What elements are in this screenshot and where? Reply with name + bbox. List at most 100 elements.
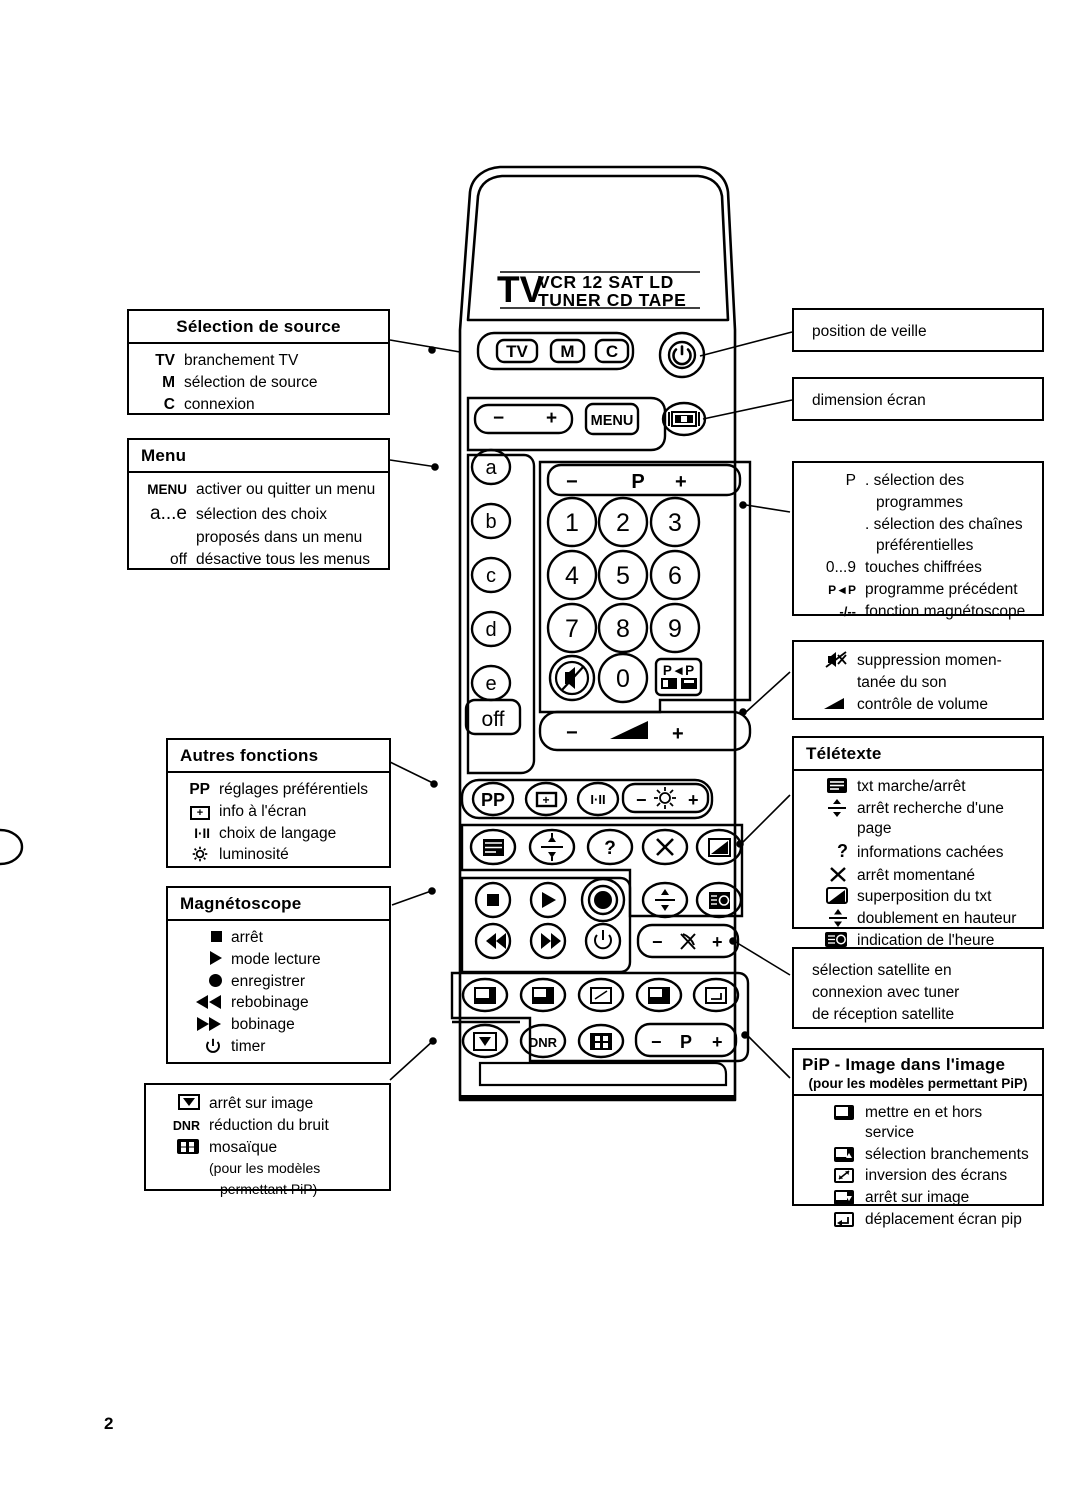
satellite-line-3: de réception satellite: [812, 1006, 955, 1023]
item-key: DNR: [172, 1118, 200, 1133]
item-value: mettre en et hors service: [865, 1104, 983, 1141]
list-item: superposition du txt: [802, 887, 1034, 907]
list-item: DNR réduction du bruit: [154, 1116, 381, 1136]
item-value: . sélection des: [865, 472, 965, 489]
callout-pip-extras: arrêt sur image DNR réduction du bruit m…: [144, 1083, 391, 1197]
callout-other-functions-title: Autres fonctions: [168, 740, 389, 773]
callout-sound-list: suppression momen- tanée du son contrôle…: [802, 651, 1034, 714]
list-item: MENU activer ou quitter un menu: [133, 480, 380, 500]
callout-pip-list: mettre en et hors service sélection bran…: [802, 1103, 1034, 1230]
note-line-1: (pour les modèles: [209, 1160, 321, 1177]
item-value-4: touches chiffrées: [865, 559, 982, 577]
list-item: sélection branchements: [802, 1145, 1034, 1165]
list-item: timer: [176, 1037, 381, 1057]
item-value: réduction du bruit: [209, 1116, 329, 1134]
mix-icon: [802, 887, 857, 907]
record-icon: [176, 972, 231, 992]
list-item: préférentielles: [802, 536, 1034, 556]
item-value: programme précédent: [865, 581, 1018, 599]
item-value: arrêt momentané: [857, 866, 976, 884]
item-value: arrêt sur image: [209, 1095, 314, 1112]
list-item: mettre en et hors service: [802, 1103, 1034, 1143]
list-item: inversion des écrans: [802, 1166, 1034, 1186]
item-key: TV: [155, 352, 175, 369]
timer-icon: [176, 1037, 231, 1057]
list-item: suppression momen-: [802, 651, 1034, 671]
item-value: inversion des écrans: [865, 1167, 1008, 1185]
item-value: . sélection des chaînes: [865, 515, 1023, 533]
item-value: arrêt recherche d'une page: [857, 799, 1004, 837]
callout-teletext-list: txt marche/arrêt arrêt recherche d'une p…: [802, 777, 1034, 951]
callout-pip-extras-list: arrêt sur image DNR réduction du bruit m…: [154, 1094, 381, 1198]
callout-vcr: Magnétoscope arrêt mode lecture enregist…: [166, 886, 391, 1064]
item-value: suppression momen-: [857, 652, 1002, 669]
callout-other-functions: Autres fonctions PP réglages préférentie…: [166, 738, 391, 868]
callout-standby-text: position de veille: [812, 323, 927, 340]
list-item: 0...9 programme précédent touches chiffr…: [802, 558, 1034, 578]
item-value: arrêt: [231, 929, 263, 946]
callout-source-list: TV branchement TV M sélection de source …: [137, 351, 380, 414]
list-item: rebobinage: [176, 993, 381, 1013]
item-value: connexion: [184, 395, 255, 413]
item-key: PP: [189, 781, 210, 798]
list-item: P . sélection des: [802, 471, 1034, 491]
item-value: rebobinage: [231, 994, 309, 1012]
list-item: PP réglages préférentiels: [176, 780, 381, 800]
item-value: superposition du txt: [857, 888, 992, 906]
item-value: proposés dans un menu: [196, 529, 363, 547]
mute-icon: [802, 651, 857, 671]
item-value: branchement TV: [184, 352, 299, 369]
list-item: arrêt sur image: [154, 1094, 381, 1114]
callout-vcr-title: Magnétoscope: [168, 888, 389, 921]
callout-other-functions-list: PP réglages préférentiels + info à l'écr…: [176, 780, 381, 865]
play-icon: [176, 950, 231, 970]
item-key: P: [845, 472, 856, 489]
callout-sound: suppression momen- tanée du son contrôle…: [792, 640, 1044, 720]
brightness-icon: [176, 845, 219, 865]
list-item: a...e sélection des choix: [133, 502, 380, 526]
satellite-line-1: sélection satellite en: [812, 962, 952, 979]
list-item: P◄P programme précédent: [802, 580, 1034, 600]
item-value: programmes: [876, 493, 963, 511]
volume-icon: [802, 695, 857, 715]
list-item: (pour les modèles: [154, 1159, 381, 1177]
list-item: contrôle de volume: [802, 695, 1034, 715]
callout-screen-size-text: dimension écran: [812, 392, 926, 409]
callout-program: P . sélection des programmes . sélection…: [792, 461, 1044, 620]
list-item: + info à l'écran: [176, 802, 381, 822]
note-line-2: permettant PiP): [220, 1180, 318, 1197]
mosaic-icon: [154, 1138, 209, 1158]
list-item: arrêt: [176, 928, 381, 948]
item-value: informations cachées: [857, 844, 1004, 862]
list-item: C connexion: [137, 395, 380, 415]
item-key: C: [163, 395, 175, 413]
item-value: timer: [231, 1038, 266, 1056]
item-value: réglages préférentiels: [219, 781, 369, 798]
list-item: proposés dans un menu: [133, 528, 380, 548]
item-value: mosaïque: [209, 1138, 278, 1156]
pip-freeze-icon: [802, 1188, 865, 1208]
callout-screen-size: dimension écran: [792, 377, 1044, 421]
item-value: arrêt sur image: [865, 1189, 970, 1207]
item-value: activer ou quitter un menu: [196, 481, 376, 498]
stop-icon: [176, 928, 231, 948]
item-key: M: [162, 373, 175, 391]
item-value: luminosité: [219, 846, 289, 864]
item-value: préférentielles: [876, 537, 974, 555]
item-value: txt marche/arrêt: [857, 778, 966, 795]
rewind-icon: [176, 993, 231, 1013]
item-value: enregistrer: [231, 972, 306, 990]
osd-plus-icon: +: [176, 802, 219, 822]
callout-standby: position de veille: [792, 308, 1044, 352]
item-value: sélection de source: [184, 373, 318, 391]
item-value: choix de langage: [219, 824, 337, 842]
callout-source-title: Sélection de source: [129, 311, 388, 344]
list-item: txt marche/arrêt: [802, 777, 1034, 797]
item-key: -/--: [839, 603, 856, 619]
item-value: tanée du son: [857, 673, 947, 691]
list-item: arrêt sur image: [802, 1188, 1034, 1208]
callout-pip-title: PiP - Image dans l'image: [802, 1055, 1006, 1074]
list-item: mosaïque: [154, 1138, 381, 1158]
list-item: mode lecture: [176, 950, 381, 970]
pip-swap-icon: [802, 1166, 865, 1186]
